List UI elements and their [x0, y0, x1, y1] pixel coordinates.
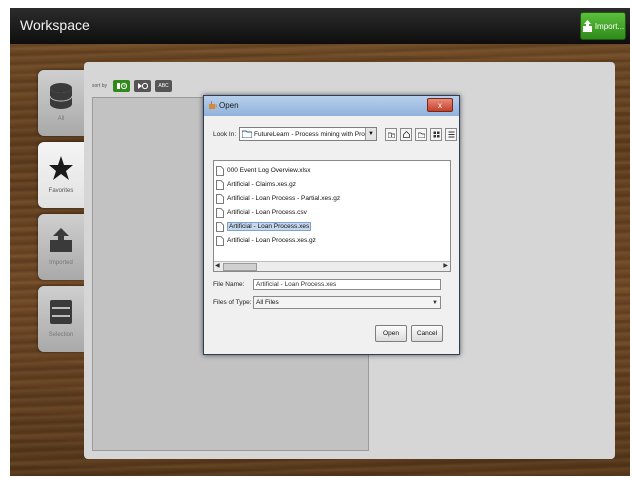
file-icon: [216, 221, 224, 232]
folder-icon: [242, 130, 252, 138]
file-icon: [216, 165, 224, 176]
database-icon: [49, 83, 73, 109]
look-in-value: FutureLearn - Process mining with Pro...: [254, 130, 371, 138]
sidebar-item-label: All: [57, 116, 65, 122]
file-name: Artificial - Loan Process.xes.gz: [227, 237, 316, 244]
file-list-item-selected[interactable]: Artificial - Loan Process.xes: [216, 220, 312, 233]
sort-by-label: sort by: [92, 83, 108, 89]
new-folder-button[interactable]: [415, 127, 427, 141]
files-of-type-label: Files of Type:: [213, 299, 252, 306]
up-folder-button[interactable]: [385, 127, 397, 141]
files-of-type-value: All Files: [256, 299, 279, 306]
dialog-title-bar[interactable]: Open x: [204, 96, 459, 116]
file-list-item[interactable]: Artificial - Loan Process.csv: [216, 206, 307, 219]
file-name-row: File Name: Artificial - Loan Process.xes: [213, 279, 441, 290]
file-name: Artificial - Loan Process - Partial.xes.…: [227, 195, 341, 202]
home-button[interactable]: [400, 127, 412, 141]
details-view-icon: [448, 131, 454, 137]
list-view-button[interactable]: [430, 127, 442, 141]
chevron-down-icon: ▼: [432, 300, 438, 306]
look-in-label: Look In:: [213, 130, 237, 138]
scroll-thumb[interactable]: [223, 263, 257, 271]
sidebar-item-all[interactable]: All: [38, 70, 84, 136]
files-of-type-select[interactable]: All Files ▼: [253, 296, 441, 309]
dialog-title: Open: [219, 101, 239, 110]
star-icon: [49, 156, 73, 180]
import-icon: [582, 19, 592, 32]
file-name-field[interactable]: Artificial - Loan Process.xes: [253, 279, 441, 290]
scroll-right-icon[interactable]: ▶: [443, 262, 448, 269]
file-name-label: File Name:: [213, 281, 245, 288]
close-icon: x: [438, 100, 442, 110]
details-view-button[interactable]: [445, 127, 457, 141]
look-in-row: Look In: FutureLearn - Process mining wi…: [213, 127, 457, 141]
sidebar-item-label: Selection: [48, 332, 74, 338]
open-dialog: Open x Look In: FutureLearn - Process mi…: [203, 95, 460, 355]
sort-date-button[interactable]: [113, 80, 131, 92]
sidebar-item-label: Favorites: [48, 188, 74, 194]
app-title: Workspace: [20, 17, 90, 33]
play-icon: [137, 82, 148, 90]
cancel-button[interactable]: Cancel: [411, 325, 443, 342]
scroll-left-icon[interactable]: ◀: [215, 262, 220, 269]
file-icon: [216, 235, 224, 246]
sort-bar: sort by ABC: [92, 80, 173, 92]
list-view-icon: [433, 131, 439, 137]
file-name: Artificial - Loan Process.xes: [227, 222, 312, 231]
chevron-down-icon: ▼: [365, 128, 376, 140]
file-list[interactable]: 000 Event Log Overview.xlsx Artificial -…: [213, 160, 451, 272]
import-label: Import...: [594, 21, 625, 31]
sort-play-button[interactable]: [134, 80, 152, 92]
sidebar-item-selection[interactable]: Selection: [38, 286, 84, 352]
horizontal-scrollbar[interactable]: ◀ ▶: [214, 261, 450, 271]
selection-icon: [50, 300, 72, 324]
up-folder-icon: [387, 132, 395, 138]
file-list-item[interactable]: Artificial - Loan Process.xes.gz: [216, 234, 316, 247]
file-name: Artificial - Claims.xes.gz: [227, 181, 296, 188]
sort-abc-label: ABC: [158, 83, 169, 89]
file-list-item[interactable]: Artificial - Loan Process - Partial.xes.…: [216, 192, 340, 205]
app-window: Workspace Import... All Favorites Import…: [10, 8, 630, 476]
file-list-item[interactable]: 000 Event Log Overview.xlsx: [216, 164, 310, 177]
top-bar: Workspace Import...: [10, 8, 630, 44]
clock-icon: [116, 82, 127, 90]
open-button[interactable]: Open: [375, 325, 407, 342]
file-name: 000 Event Log Overview.xlsx: [227, 167, 311, 174]
java-cup-icon: [209, 101, 217, 109]
file-icon: [216, 207, 224, 218]
import-icon: [50, 228, 72, 252]
sort-abc-button[interactable]: ABC: [155, 80, 173, 92]
file-icon: [216, 193, 224, 204]
sidebar-item-imported[interactable]: Imported: [38, 214, 84, 280]
files-of-type-row: Files of Type: All Files ▼: [213, 296, 441, 309]
look-in-select[interactable]: FutureLearn - Process mining with Pro...…: [239, 127, 377, 141]
file-icon: [216, 179, 224, 190]
file-list-item[interactable]: Artificial - Claims.xes.gz: [216, 178, 296, 191]
file-name: Artificial - Loan Process.csv: [227, 209, 307, 216]
sidebar-item-label: Imported: [49, 260, 73, 266]
sidebar-item-favorites[interactable]: Favorites: [38, 142, 84, 208]
import-button[interactable]: Import...: [580, 12, 626, 40]
close-button[interactable]: x: [427, 98, 453, 112]
home-icon: [402, 130, 410, 138]
new-folder-icon: [417, 132, 425, 138]
